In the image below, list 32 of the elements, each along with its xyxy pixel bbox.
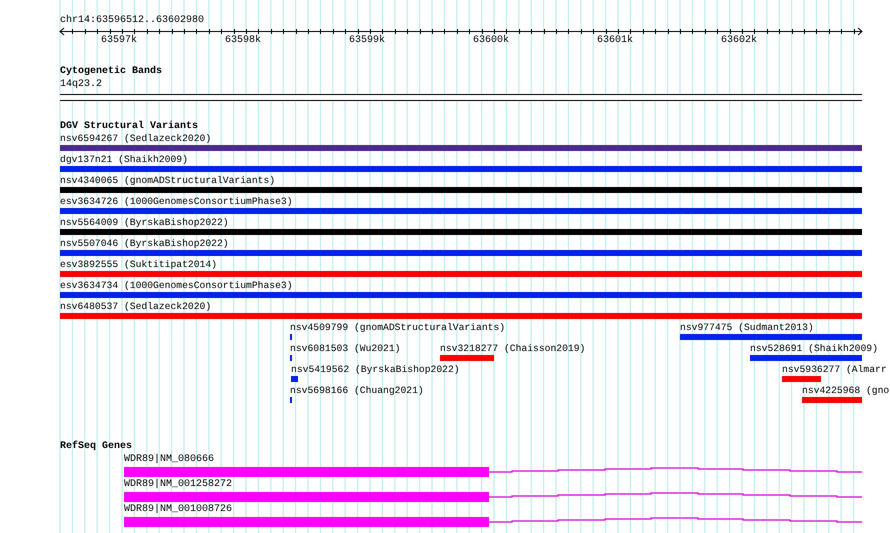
variant-label: nsv6081503 (Wu2021) [290, 343, 400, 355]
variant-label: nsv4225968 (gno [802, 385, 890, 397]
variant-label: nsv5419562 (ByrskaBishop2022) [291, 364, 460, 376]
band-label: 14q23.2 [60, 79, 102, 91]
gene-label: WDR89|NM_001008726 [124, 504, 232, 516]
variant-label: nsv977475 (Sudmant2013) [680, 322, 814, 334]
variant-label: esv3634726 (1000GenomesConsortiumPhase3) [60, 196, 293, 208]
variant-label: nsv4340065 (gnomADStructuralVariants) [60, 175, 276, 187]
variant-label: nsv5936277 (Almarr [782, 364, 887, 376]
variant-label: dgv137n21 (Shaikh2009) [60, 154, 188, 166]
tick-label: 63597k [101, 35, 138, 47]
variant-label: esv3892555 (Suktitipat2014) [60, 259, 217, 271]
tick-label: 63598k [225, 35, 262, 47]
variant-label: nsv5564009 (ByrskaBishop2022) [60, 217, 229, 229]
track-title: DGV Structural Variants [60, 121, 198, 133]
variant-label: nsv5507046 (ByrskaBishop2022) [60, 238, 229, 250]
variant-label: nsv6480537 (Sedlazeck2020) [60, 301, 212, 313]
gene-label: WDR89|NM_001258272 [124, 479, 232, 491]
variant-label: nsv528691 (Shaikh2009) [750, 343, 878, 355]
variant-label: nsv4509799 (gnomADStructuralVariants) [290, 322, 506, 334]
variant-label: esv3634734 (1000GenomesConsortiumPhase3) [60, 280, 293, 292]
variant-label: nsv5698166 (Chuang2021) [290, 385, 424, 397]
track-title: RefSeq Genes [60, 441, 132, 453]
track-title: Cytogenetic Bands [60, 66, 162, 78]
variant-label: nsv6594267 (Sedlazeck2020) [60, 133, 212, 145]
location-label: chr14:63596512..63602980 [60, 15, 204, 27]
tick-label: 63599k [349, 35, 386, 47]
variant-label: nsv3218277 (Chaisson2019) [440, 343, 586, 355]
tick-label: 63601k [597, 35, 634, 47]
gene-label: WDR89|NM_080666 [124, 454, 214, 466]
tick-label: 63602k [721, 35, 758, 47]
tick-label: 63600k [473, 35, 510, 47]
